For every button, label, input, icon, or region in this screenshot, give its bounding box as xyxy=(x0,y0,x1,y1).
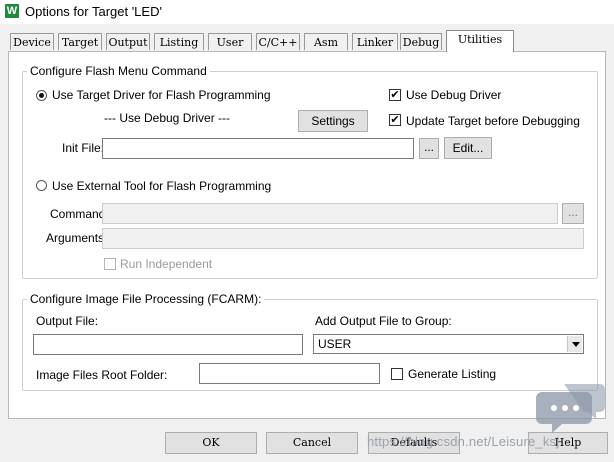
tab-target[interactable]: Target xyxy=(58,33,102,50)
app-icon: W xyxy=(5,4,19,18)
window-title: Options for Target 'LED' xyxy=(25,4,162,19)
init-file-edit-button[interactable]: Edit... xyxy=(444,137,492,159)
run-independent-checkbox[interactable] xyxy=(104,258,116,270)
update-target-label: Update Target before Debugging xyxy=(406,114,580,128)
flash-group-title: Configure Flash Menu Command xyxy=(27,64,210,78)
cancel-button[interactable]: Cancel xyxy=(266,432,358,454)
output-file-label: Output File: xyxy=(36,314,99,328)
tab-debug[interactable]: Debug xyxy=(400,33,442,50)
chevron-down-icon[interactable] xyxy=(567,336,582,352)
output-file-input[interactable] xyxy=(33,334,303,355)
init-file-browse-button[interactable]: ... xyxy=(419,138,439,159)
tab-c-cpp[interactable]: C/C++ xyxy=(256,33,300,50)
use-external-tool-label: Use External Tool for Flash Programming xyxy=(52,179,272,193)
init-file-input[interactable] xyxy=(102,138,414,159)
generate-listing-label: Generate Listing xyxy=(408,367,497,381)
root-folder-input[interactable] xyxy=(199,363,380,384)
settings-button[interactable]: Settings xyxy=(298,110,368,132)
arguments-input[interactable] xyxy=(102,228,584,249)
use-target-driver-radio[interactable] xyxy=(36,90,47,101)
chat-bubble-icon xyxy=(536,384,605,433)
arguments-label: Arguments: xyxy=(46,231,108,245)
image-group-title: Configure Image File Processing (FCARM): xyxy=(27,292,265,306)
tab-linker[interactable]: Linker xyxy=(352,33,398,50)
use-debug-driver-label: Use Debug Driver xyxy=(406,88,502,102)
watermark-text: https://blog.csdn.net/Leisure_ksj xyxy=(367,434,560,449)
tab-output[interactable]: Output xyxy=(106,33,150,50)
tab-device[interactable]: Device xyxy=(10,33,54,50)
tab-utilities[interactable]: Utilities xyxy=(446,30,514,52)
root-folder-label: Image Files Root Folder: xyxy=(36,368,168,382)
use-debug-driver-checkbox[interactable]: ✔ xyxy=(389,89,401,101)
generate-listing-checkbox[interactable] xyxy=(391,368,403,380)
run-independent-label: Run Independent xyxy=(120,257,213,271)
tab-asm[interactable]: Asm xyxy=(304,33,348,50)
command-browse-button[interactable]: ... xyxy=(562,203,584,224)
output-group-selected: USER xyxy=(318,337,352,351)
command-label: Command: xyxy=(50,207,109,221)
tab-user[interactable]: User xyxy=(208,33,252,50)
init-file-label: Init File: xyxy=(62,141,105,155)
use-external-tool-radio[interactable] xyxy=(36,180,47,191)
command-input[interactable] xyxy=(102,203,558,224)
debug-driver-text: --- Use Debug Driver --- xyxy=(104,111,231,125)
ok-button[interactable]: OK xyxy=(165,432,257,454)
use-target-driver-label: Use Target Driver for Flash Programming xyxy=(52,88,271,102)
output-group-select[interactable]: USER xyxy=(313,334,584,354)
tab-listing[interactable]: Listing xyxy=(154,33,204,50)
add-output-group-label: Add Output File to Group: xyxy=(315,314,452,328)
update-target-checkbox[interactable]: ✔ xyxy=(389,114,401,126)
